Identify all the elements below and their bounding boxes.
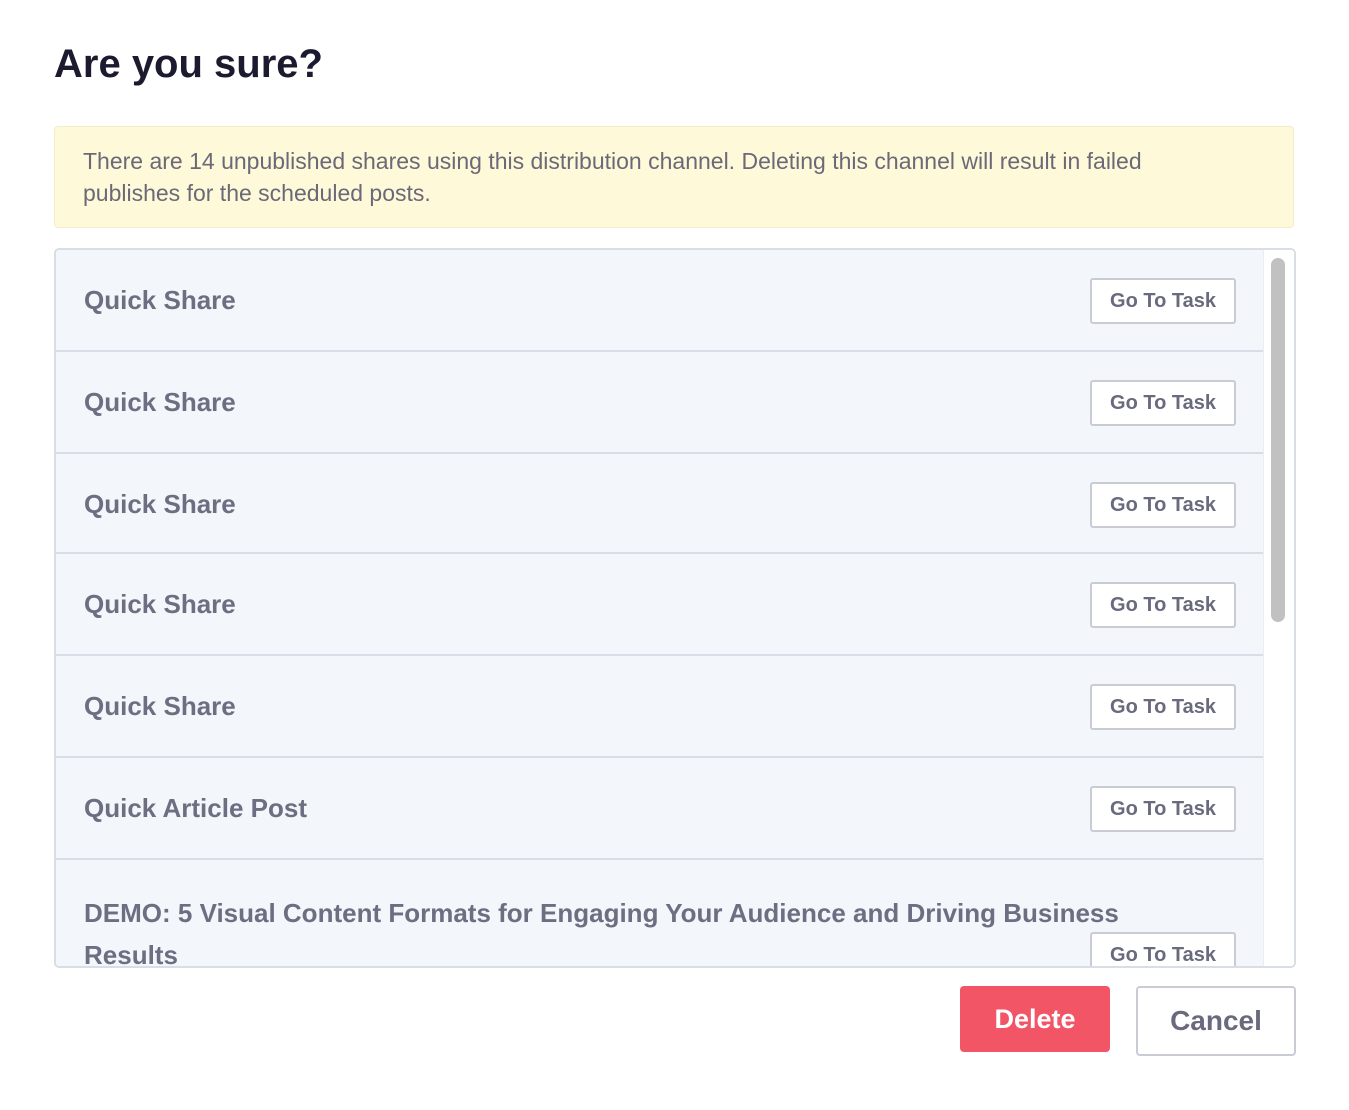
share-title: Quick Share: [84, 285, 236, 315]
go-to-task-button[interactable]: Go To Task: [1090, 380, 1236, 426]
share-title: DEMO: 5 Visual Content Formats for Engag…: [84, 898, 1119, 968]
list-item: Quick Share Go To Task: [56, 656, 1266, 758]
go-to-task-button[interactable]: Go To Task: [1090, 278, 1236, 324]
list-item: Quick Share Go To Task: [56, 352, 1266, 454]
unpublished-shares-list[interactable]: Quick Share Go To Task Quick Share Go To…: [54, 248, 1296, 968]
list-item: Quick Share Go To Task: [56, 554, 1266, 656]
go-to-task-button[interactable]: Go To Task: [1090, 786, 1236, 832]
list-item: Quick Share Go To Task: [56, 454, 1266, 554]
list-item: DEMO: 5 Visual Content Formats for Engag…: [56, 860, 1266, 968]
confirm-delete-dialog: Are you sure? There are 14 unpublished s…: [0, 0, 1349, 1110]
go-to-task-button[interactable]: Go To Task: [1090, 582, 1236, 628]
go-to-task-button[interactable]: Go To Task: [1090, 684, 1236, 730]
share-title: Quick Article Post: [84, 793, 307, 823]
share-title: Quick Share: [84, 589, 236, 619]
share-title: Quick Share: [84, 387, 236, 417]
delete-button[interactable]: Delete: [960, 986, 1110, 1052]
shares-list-content: Quick Share Go To Task Quick Share Go To…: [56, 250, 1266, 968]
share-title: Quick Share: [84, 489, 236, 519]
go-to-task-button[interactable]: Go To Task: [1090, 482, 1236, 528]
scrollbar-thumb[interactable]: [1271, 258, 1285, 622]
go-to-task-button[interactable]: Go To Task: [1090, 932, 1236, 966]
list-scrollbar[interactable]: [1263, 250, 1294, 966]
cancel-button[interactable]: Cancel: [1136, 986, 1296, 1056]
list-item: Quick Article Post Go To Task: [56, 758, 1266, 860]
warning-alert: There are 14 unpublished shares using th…: [54, 126, 1294, 228]
list-item: Quick Share Go To Task: [56, 250, 1266, 352]
dialog-title: Are you sure?: [54, 42, 323, 86]
share-title: Quick Share: [84, 691, 236, 721]
